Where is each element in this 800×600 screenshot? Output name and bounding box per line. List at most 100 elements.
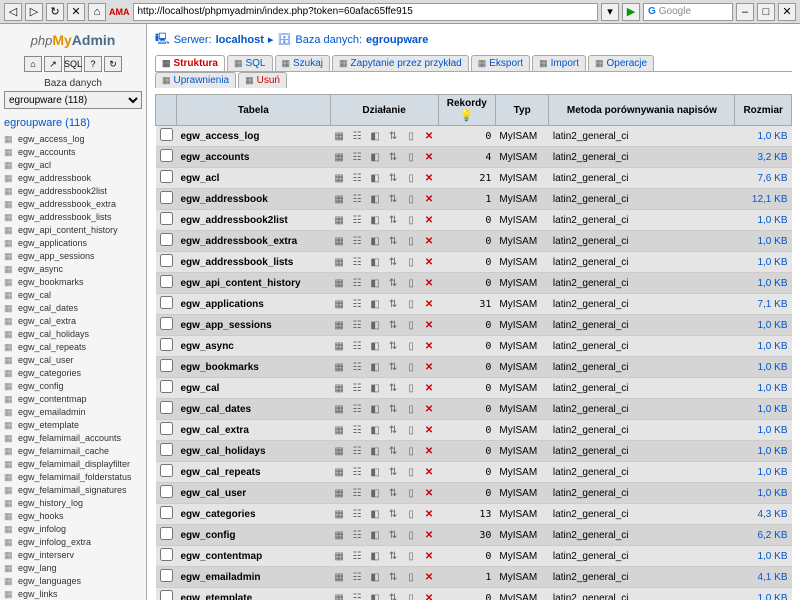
sidebar-table-item[interactable]: egw_etemplate bbox=[4, 419, 142, 432]
row-checkbox[interactable] bbox=[160, 443, 173, 456]
drop-icon[interactable]: ✕ bbox=[420, 441, 438, 462]
empty-icon[interactable]: ▯ bbox=[402, 252, 420, 273]
table-name-cell[interactable]: egw_acl bbox=[177, 168, 331, 189]
size-cell[interactable]: 1,0 KB bbox=[735, 252, 792, 273]
sidebar-table-item[interactable]: egw_infolog bbox=[4, 523, 142, 536]
empty-icon[interactable]: ▯ bbox=[402, 336, 420, 357]
empty-icon[interactable]: ▯ bbox=[402, 168, 420, 189]
sidebar-table-item[interactable]: egw_languages bbox=[4, 575, 142, 588]
size-cell[interactable]: 1,0 KB bbox=[735, 336, 792, 357]
table-name-cell[interactable]: egw_cal_holidays bbox=[177, 441, 331, 462]
insert-icon[interactable]: ⇅ bbox=[384, 210, 402, 231]
row-checkbox[interactable] bbox=[160, 548, 173, 561]
row-checkbox[interactable] bbox=[160, 527, 173, 540]
url-dropdown[interactable]: ▾ bbox=[601, 3, 619, 21]
empty-icon[interactable]: ▯ bbox=[402, 483, 420, 504]
size-cell[interactable]: 7,6 KB bbox=[735, 168, 792, 189]
size-cell[interactable]: 1,0 KB bbox=[735, 378, 792, 399]
drop-icon[interactable]: ✕ bbox=[420, 147, 438, 168]
insert-icon[interactable]: ⇅ bbox=[384, 378, 402, 399]
table-name-cell[interactable]: egw_bookmarks bbox=[177, 357, 331, 378]
sidebar-table-item[interactable]: egw_app_sessions bbox=[4, 250, 142, 263]
size-cell[interactable]: 1,0 KB bbox=[735, 231, 792, 252]
table-name-cell[interactable]: egw_emailadmin bbox=[177, 567, 331, 588]
empty-icon[interactable]: ▯ bbox=[402, 462, 420, 483]
insert-icon[interactable]: ⇅ bbox=[384, 273, 402, 294]
row-checkbox[interactable] bbox=[160, 380, 173, 393]
browse-icon[interactable]: ▦ bbox=[330, 567, 348, 588]
drop-icon[interactable]: ✕ bbox=[420, 483, 438, 504]
sidebar-table-item[interactable]: egw_contentmap bbox=[4, 393, 142, 406]
structure-icon[interactable]: ☷ bbox=[348, 588, 366, 600]
structure-icon[interactable]: ☷ bbox=[348, 147, 366, 168]
sidebar-table-item[interactable]: egw_acl bbox=[4, 159, 142, 172]
sidebar-table-item[interactable]: egw_history_log bbox=[4, 497, 142, 510]
empty-icon[interactable]: ▯ bbox=[402, 126, 420, 147]
table-name-cell[interactable]: egw_config bbox=[177, 525, 331, 546]
sidebar-table-item[interactable]: egw_cal_repeats bbox=[4, 341, 142, 354]
empty-icon[interactable]: ▯ bbox=[402, 378, 420, 399]
insert-icon[interactable]: ⇅ bbox=[384, 420, 402, 441]
empty-icon[interactable]: ▯ bbox=[402, 189, 420, 210]
tab-import[interactable]: ▦Import bbox=[532, 55, 586, 71]
sidebar-table-item[interactable]: egw_cal_holidays bbox=[4, 328, 142, 341]
minimize-button[interactable]: – bbox=[736, 3, 754, 21]
sidebar-table-item[interactable]: egw_felamimail_accounts bbox=[4, 432, 142, 445]
search-icon[interactable]: ◧ bbox=[366, 189, 384, 210]
size-cell[interactable]: 4,1 KB bbox=[735, 567, 792, 588]
drop-icon[interactable]: ✕ bbox=[420, 588, 438, 600]
empty-icon[interactable]: ▯ bbox=[402, 420, 420, 441]
size-cell[interactable]: 1,0 KB bbox=[735, 357, 792, 378]
search-box[interactable]: GGoogle bbox=[643, 3, 733, 21]
table-name-cell[interactable]: egw_contentmap bbox=[177, 546, 331, 567]
drop-icon[interactable]: ✕ bbox=[420, 294, 438, 315]
search-icon[interactable]: ◧ bbox=[366, 504, 384, 525]
sidebar-table-item[interactable]: egw_applications bbox=[4, 237, 142, 250]
search-icon[interactable]: ◧ bbox=[366, 147, 384, 168]
sidebar-table-item[interactable]: egw_accounts bbox=[4, 146, 142, 159]
row-checkbox[interactable] bbox=[160, 191, 173, 204]
insert-icon[interactable]: ⇅ bbox=[384, 588, 402, 600]
search-icon[interactable]: ◧ bbox=[366, 168, 384, 189]
drop-icon[interactable]: ✕ bbox=[420, 525, 438, 546]
browse-icon[interactable]: ▦ bbox=[330, 168, 348, 189]
sidebar-table-item[interactable]: egw_infolog_extra bbox=[4, 536, 142, 549]
browse-icon[interactable]: ▦ bbox=[330, 294, 348, 315]
row-checkbox[interactable] bbox=[160, 359, 173, 372]
size-cell[interactable]: 1,0 KB bbox=[735, 546, 792, 567]
structure-icon[interactable]: ☷ bbox=[348, 441, 366, 462]
insert-icon[interactable]: ⇅ bbox=[384, 252, 402, 273]
structure-icon[interactable]: ☷ bbox=[348, 567, 366, 588]
structure-icon[interactable]: ☷ bbox=[348, 420, 366, 441]
size-cell[interactable]: 12,1 KB bbox=[735, 189, 792, 210]
drop-icon[interactable]: ✕ bbox=[420, 315, 438, 336]
table-name-cell[interactable]: egw_addressbook bbox=[177, 189, 331, 210]
tab-operacje[interactable]: ▦Operacje bbox=[588, 55, 654, 71]
browse-icon[interactable]: ▦ bbox=[330, 378, 348, 399]
empty-icon[interactable]: ▯ bbox=[402, 315, 420, 336]
empty-icon[interactable]: ▯ bbox=[402, 294, 420, 315]
drop-icon[interactable]: ✕ bbox=[420, 462, 438, 483]
insert-icon[interactable]: ⇅ bbox=[384, 231, 402, 252]
search-icon[interactable]: ◧ bbox=[366, 588, 384, 600]
drop-icon[interactable]: ✕ bbox=[420, 378, 438, 399]
structure-icon[interactable]: ☷ bbox=[348, 336, 366, 357]
current-database-link[interactable]: egroupware (118) bbox=[4, 117, 142, 129]
size-cell[interactable]: 1,0 KB bbox=[735, 315, 792, 336]
drop-icon[interactable]: ✕ bbox=[420, 252, 438, 273]
drop-icon[interactable]: ✕ bbox=[420, 336, 438, 357]
structure-icon[interactable]: ☷ bbox=[348, 399, 366, 420]
size-cell[interactable]: 1,0 KB bbox=[735, 399, 792, 420]
sql-icon[interactable]: SQL bbox=[64, 56, 82, 72]
stop-button[interactable]: ✕ bbox=[67, 3, 85, 21]
insert-icon[interactable]: ⇅ bbox=[384, 462, 402, 483]
col-records[interactable]: Rekordy💡 bbox=[438, 95, 495, 126]
browse-icon[interactable]: ▦ bbox=[330, 126, 348, 147]
search-icon[interactable]: ◧ bbox=[366, 126, 384, 147]
structure-icon[interactable]: ☷ bbox=[348, 525, 366, 546]
drop-icon[interactable]: ✕ bbox=[420, 504, 438, 525]
row-checkbox[interactable] bbox=[160, 254, 173, 267]
insert-icon[interactable]: ⇅ bbox=[384, 525, 402, 546]
sidebar-table-item[interactable]: egw_addressbook bbox=[4, 172, 142, 185]
sidebar-table-item[interactable]: egw_addressbook_lists bbox=[4, 211, 142, 224]
